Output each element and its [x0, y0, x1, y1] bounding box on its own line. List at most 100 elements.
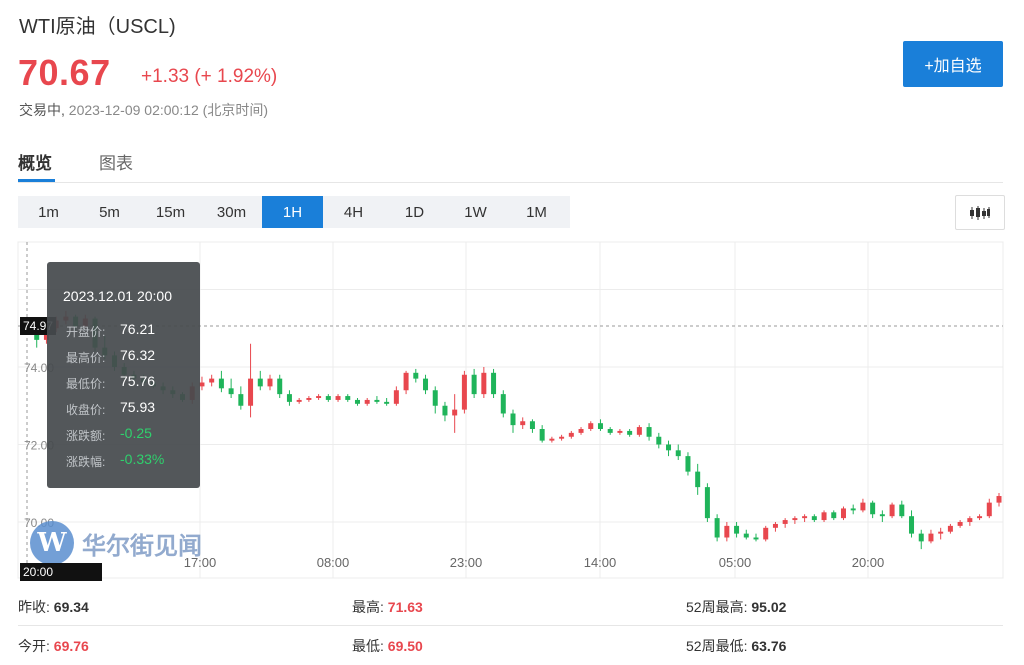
- tooltip-label: 最高价:: [66, 351, 106, 365]
- candle: [782, 518, 788, 528]
- candle: [442, 401, 448, 422]
- active-tab-indicator: [18, 179, 55, 182]
- candle: [753, 533, 759, 542]
- candle: [860, 498, 866, 513]
- candle: [423, 374, 429, 395]
- add-to-watchlist-button[interactable]: +加自选: [903, 41, 1003, 87]
- candle-body: [491, 372, 497, 395]
- tooltip-row-open: 开盘价: 76.21: [66, 321, 155, 340]
- candle: [977, 514, 983, 521]
- period-5m[interactable]: 5m: [79, 196, 140, 228]
- candle: [316, 394, 322, 400]
- period-1h[interactable]: 1H: [262, 196, 323, 228]
- candle-body: [772, 523, 778, 528]
- candle-body: [218, 378, 224, 389]
- x-tick-label: 14:00: [584, 555, 617, 570]
- candle: [209, 374, 215, 387]
- candle: [714, 514, 720, 542]
- tab-chart[interactable]: 图表: [99, 149, 133, 174]
- x-tick-label: 23:00: [450, 555, 483, 570]
- candle-body: [471, 374, 477, 395]
- candle: [520, 417, 526, 429]
- candle: [704, 483, 710, 522]
- candle-body: [811, 516, 817, 521]
- candle: [218, 370, 224, 393]
- stat-low: 最低: 69.50: [352, 636, 423, 656]
- candle-body: [704, 487, 710, 519]
- candle-body: [763, 527, 769, 540]
- candle: [957, 520, 963, 528]
- period-4h[interactable]: 4H: [323, 196, 384, 228]
- candle-body: [335, 396, 341, 400]
- candle-body: [947, 525, 953, 532]
- candle-body: [996, 496, 1002, 503]
- candle-body: [568, 432, 574, 437]
- candle-body: [597, 423, 603, 429]
- candle-body: [442, 405, 448, 416]
- candle: [918, 529, 924, 550]
- candle: [296, 398, 302, 404]
- candle-body: [384, 401, 390, 404]
- candle: [802, 514, 808, 522]
- period-30m[interactable]: 30m: [201, 196, 262, 228]
- candle-body: [967, 518, 973, 522]
- candle-body: [296, 399, 302, 402]
- tooltip-row-low: 最低价: 75.76: [66, 373, 155, 392]
- candle-body: [267, 378, 273, 387]
- tooltip-label: 收盘价:: [66, 403, 106, 417]
- candle-body: [899, 504, 905, 517]
- candle: [695, 463, 701, 495]
- candle: [539, 425, 545, 443]
- candle-body: [695, 471, 701, 488]
- candle-body: [685, 456, 691, 472]
- candle-body: [403, 372, 409, 391]
- candle-body: [539, 429, 545, 441]
- stat-value: 71.63: [387, 599, 423, 615]
- candle: [578, 427, 584, 435]
- candle: [772, 522, 778, 532]
- stat-value: 63.76: [751, 638, 787, 654]
- stat-label: 今开:: [18, 638, 50, 654]
- tooltip-row-close: 收盘价: 75.93: [66, 399, 155, 418]
- candle-body: [831, 512, 837, 519]
- period-selector: 1m 5m 15m 30m 1H 4H 1D 1W 1M: [18, 196, 570, 228]
- instrument-title: WTI原油（USCL): [19, 16, 176, 38]
- period-1d[interactable]: 1D: [384, 196, 445, 228]
- candle: [607, 427, 613, 435]
- tooltip-row-high: 最高价: 76.32: [66, 347, 155, 366]
- candle-body: [675, 450, 681, 457]
- timestamp: 2023-12-09 02:00:12 (北京时间): [68, 102, 268, 118]
- candle-body: [209, 378, 215, 383]
- candle: [636, 425, 642, 437]
- tooltip-value: 75.93: [120, 399, 156, 415]
- candle-body: [938, 531, 944, 534]
- candle-body: [909, 516, 915, 534]
- candle-body: [432, 390, 438, 406]
- candle-body: [413, 372, 419, 379]
- candlestick-toggle-button[interactable]: [955, 195, 1005, 230]
- candle-body: [879, 514, 885, 517]
- period-1w[interactable]: 1W: [445, 196, 506, 228]
- candle-body: [918, 533, 924, 542]
- candle-body: [860, 502, 866, 511]
- stat-label: 昨收:: [18, 599, 50, 615]
- period-1m[interactable]: 1m: [18, 196, 79, 228]
- crosshair-time-label: 20:00: [20, 563, 102, 581]
- stat-52w-low: 52周最低: 63.76: [686, 636, 786, 656]
- candle: [588, 421, 594, 431]
- tab-overview[interactable]: 概览: [18, 149, 52, 174]
- watermark-logo-icon: W: [30, 521, 74, 565]
- candle-body: [306, 398, 312, 400]
- stats-row: 昨收: 69.34 最高: 71.63 52周最高: 95.02: [18, 587, 1003, 626]
- candle-body: [656, 436, 662, 445]
- candle: [277, 374, 283, 398]
- candlestick-icon: [970, 205, 990, 220]
- candle: [491, 368, 497, 398]
- tooltip-label: 涨跌幅:: [66, 455, 106, 469]
- period-1mo[interactable]: 1M: [506, 196, 567, 228]
- candle-body: [510, 413, 516, 426]
- candle: [840, 506, 846, 521]
- period-15m[interactable]: 15m: [140, 196, 201, 228]
- candle: [267, 374, 273, 391]
- tooltip-value: 76.32: [120, 347, 156, 363]
